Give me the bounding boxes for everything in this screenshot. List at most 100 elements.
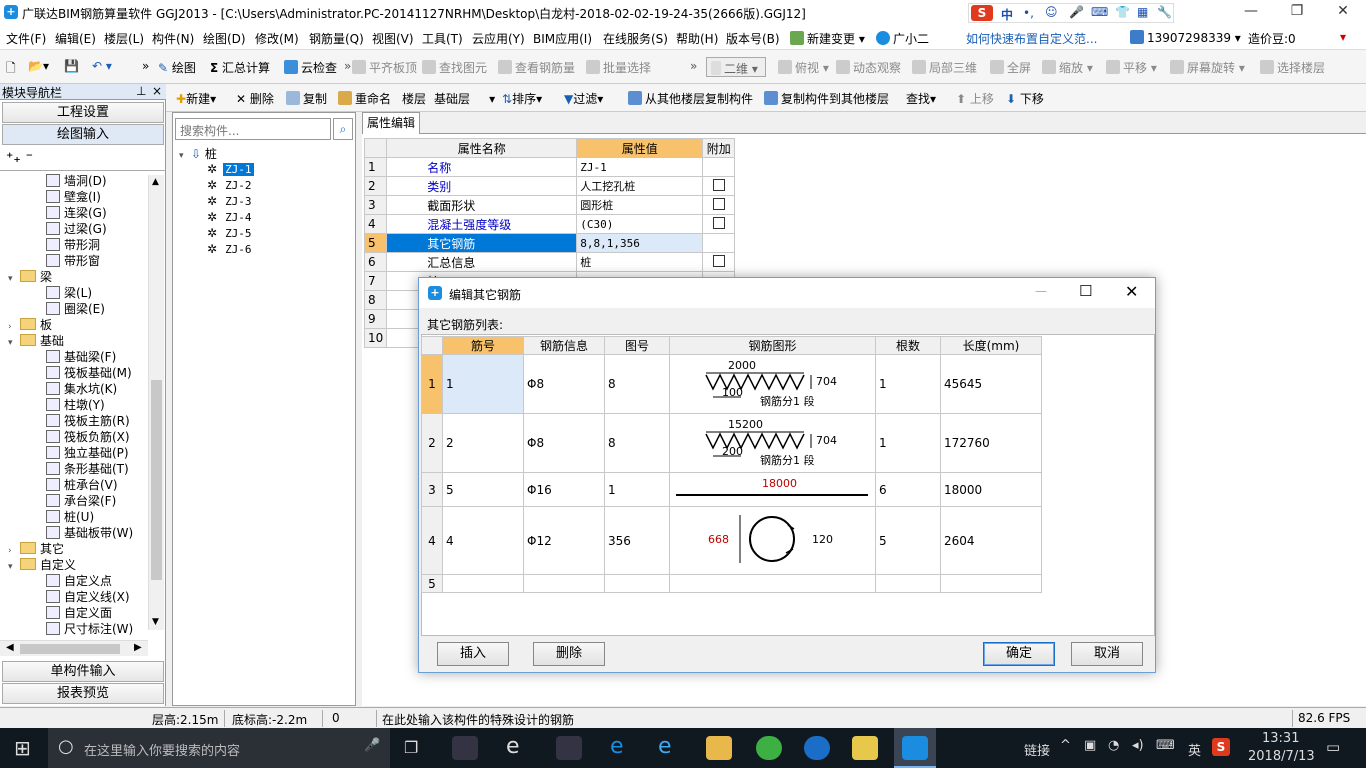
- property-value[interactable]: 8,8,1,356: [576, 233, 704, 253]
- nav-tree-item[interactable]: 连梁(G): [46, 205, 107, 221]
- dialog-close-button[interactable]: ✕: [1125, 282, 1138, 301]
- rebar-info-cell[interactable]: Φ12: [523, 506, 605, 575]
- component-search-input[interactable]: 搜索构件...: [175, 118, 331, 140]
- overflow-icon-2[interactable]: »: [344, 59, 351, 73]
- volume-icon[interactable]: ◂): [1132, 738, 1144, 753]
- length-cell[interactable]: 45645: [940, 354, 1042, 414]
- nav-tree-item[interactable]: 筏板基础(M): [46, 365, 132, 381]
- nav-tree-item[interactable]: 柱墩(Y): [46, 397, 105, 413]
- cancel-button[interactable]: 取消: [1071, 642, 1143, 666]
- fig-no-cell[interactable]: 8: [604, 413, 670, 473]
- draw-button[interactable]: ✎ 绘图: [158, 59, 196, 76]
- property-row[interactable]: 4 混凝土强度等级 (C30): [363, 214, 736, 234]
- bar-no-cell[interactable]: 1: [442, 354, 524, 414]
- view-rebar-button[interactable]: 查看钢筋量: [498, 59, 575, 76]
- nav-tree-item[interactable]: 基础梁(F): [46, 349, 116, 365]
- zoom-button[interactable]: 缩放 ▾: [1042, 59, 1093, 76]
- component-item[interactable]: ✲ ZJ-2: [207, 177, 254, 193]
- menu-online[interactable]: 在线服务(S): [603, 30, 668, 47]
- rotate-button[interactable]: 屏幕旋转 ▾: [1170, 59, 1245, 76]
- tray-expand-icon[interactable]: ^: [1060, 738, 1071, 753]
- property-value[interactable]: 圆形桩: [576, 195, 704, 215]
- user-icon[interactable]: 👕: [1115, 5, 1130, 19]
- nav-tree-item[interactable]: 桩(U): [46, 509, 94, 525]
- nav-tree-item[interactable]: 筏板主筋(R): [46, 413, 130, 429]
- top-view-button[interactable]: 俯视 ▾: [778, 59, 829, 76]
- scroll-up-icon[interactable]: ▲: [152, 177, 159, 187]
- nav-tree-item[interactable]: 桩承台(V): [46, 477, 118, 493]
- pin-icon[interactable]: ⊥: [136, 84, 146, 98]
- scroll-thumb[interactable]: [151, 380, 162, 580]
- orbit-button[interactable]: 动态观察: [836, 59, 901, 76]
- bar-no-cell[interactable]: 4: [442, 506, 524, 575]
- bar-no-cell[interactable]: 2: [442, 413, 524, 473]
- scroll-right-icon[interactable]: ▶: [134, 642, 142, 653]
- menu-component[interactable]: 构件(N): [152, 30, 194, 47]
- search-icon[interactable]: ⌕: [333, 118, 353, 140]
- nav-tree-item[interactable]: ▾ 梁: [8, 269, 52, 285]
- clock-date[interactable]: 2018/7/13: [1248, 749, 1315, 764]
- local-3d-button[interactable]: 局部三维: [912, 59, 977, 76]
- nav-tree-item[interactable]: 条形基础(T): [46, 461, 129, 477]
- component-item[interactable]: ✲ ZJ-5: [207, 225, 254, 241]
- menu-file[interactable]: 文件(F): [6, 30, 46, 47]
- nav-tree-item[interactable]: 圈梁(E): [46, 301, 105, 317]
- menu-version[interactable]: 版本号(B): [726, 30, 780, 47]
- link-label[interactable]: 链接: [1024, 740, 1050, 759]
- property-row[interactable]: 3 截面形状 圆形桩: [363, 195, 736, 215]
- nav-tree-item[interactable]: 基础板带(W): [46, 525, 133, 541]
- nav-tree-item[interactable]: 筏板负筋(X): [46, 429, 130, 445]
- count-cell[interactable]: 5: [875, 506, 941, 575]
- overflow-icon-3[interactable]: »: [690, 59, 697, 73]
- property-value[interactable]: 桩: [576, 252, 704, 272]
- scroll-left-icon[interactable]: ◀: [6, 642, 14, 653]
- nav-tree-item[interactable]: 过梁(G): [46, 221, 107, 237]
- component-item[interactable]: ✲ ZJ-1: [207, 161, 254, 177]
- sort-button[interactable]: ⇅排序▾: [502, 90, 542, 107]
- active-app-slot[interactable]: [894, 728, 936, 768]
- ime-mode-icon[interactable]: 中: [1001, 6, 1013, 23]
- length-cell[interactable]: 2604: [940, 506, 1042, 575]
- single-input-button[interactable]: 单构件输入: [2, 661, 164, 682]
- property-value[interactable]: (C30): [576, 214, 704, 234]
- rebar-row[interactable]: 1 1 Φ8 8 2000 704 100 钢筋分1 段 1 45645: [421, 354, 1042, 414]
- windows-start-icon[interactable]: ⊞: [14, 736, 31, 760]
- task-view-icon[interactable]: ❐: [404, 738, 418, 757]
- tray-icon-1[interactable]: ▣: [1084, 738, 1096, 753]
- bar-no-cell[interactable]: [442, 574, 524, 593]
- nav-tree-item[interactable]: 自定义面: [46, 605, 112, 621]
- mic-icon[interactable]: 🎤: [364, 738, 380, 753]
- select-floor-button[interactable]: 选择楼层: [1260, 59, 1325, 76]
- move-down-button[interactable]: ⬇ 下移: [1006, 90, 1044, 107]
- pan-button[interactable]: 平移 ▾: [1106, 59, 1157, 76]
- edge-icon[interactable]: e: [610, 734, 624, 759]
- component-item[interactable]: ✲ ZJ-3: [207, 193, 254, 209]
- nav-tree-item[interactable]: 集水坑(K): [46, 381, 117, 397]
- collapse-icon[interactable]: ▾: [8, 335, 18, 351]
- fig-no-cell[interactable]: 8: [604, 354, 670, 414]
- keyboard-icon[interactable]: ⌨: [1091, 5, 1108, 19]
- taskbar-search[interactable]: ○ 在这里输入你要搜索的内容 🎤: [48, 728, 390, 768]
- open-folder-icon[interactable]: 📂▾: [28, 59, 49, 73]
- sogou-tray-icon[interactable]: S: [1212, 738, 1230, 756]
- floor-select[interactable]: 基础层 ▾: [434, 90, 495, 107]
- skin-icon[interactable]: ▦: [1137, 5, 1148, 19]
- rename-button[interactable]: 重命名: [338, 90, 391, 107]
- menu-floor[interactable]: 楼层(L): [104, 30, 144, 47]
- spiral-app-icon[interactable]: [556, 736, 582, 760]
- report-preview-button[interactable]: 报表预览: [2, 683, 164, 704]
- rebar-info-cell[interactable]: [523, 574, 605, 593]
- project-settings-button[interactable]: 工程设置: [2, 102, 164, 123]
- nav-horizontal-scrollbar[interactable]: ◀ ▶: [0, 640, 148, 656]
- nav-tree-item[interactable]: 独立基础(P): [46, 445, 129, 461]
- delete-component-button[interactable]: ✕ 删除: [236, 90, 274, 107]
- property-value[interactable]: ZJ-1: [576, 157, 704, 177]
- nav-tree-item[interactable]: 带形洞: [46, 237, 100, 253]
- ok-button[interactable]: 确定: [983, 642, 1055, 666]
- tab-property-edit[interactable]: 属性编辑: [362, 112, 420, 134]
- ie-icon[interactable]: e: [506, 734, 520, 759]
- wrench-icon[interactable]: 🔧: [1157, 5, 1172, 19]
- rebar-shape-cell[interactable]: [669, 574, 876, 593]
- punct-icon[interactable]: •,: [1023, 6, 1034, 20]
- view-mode-select[interactable]: 二维 ▾: [706, 57, 766, 77]
